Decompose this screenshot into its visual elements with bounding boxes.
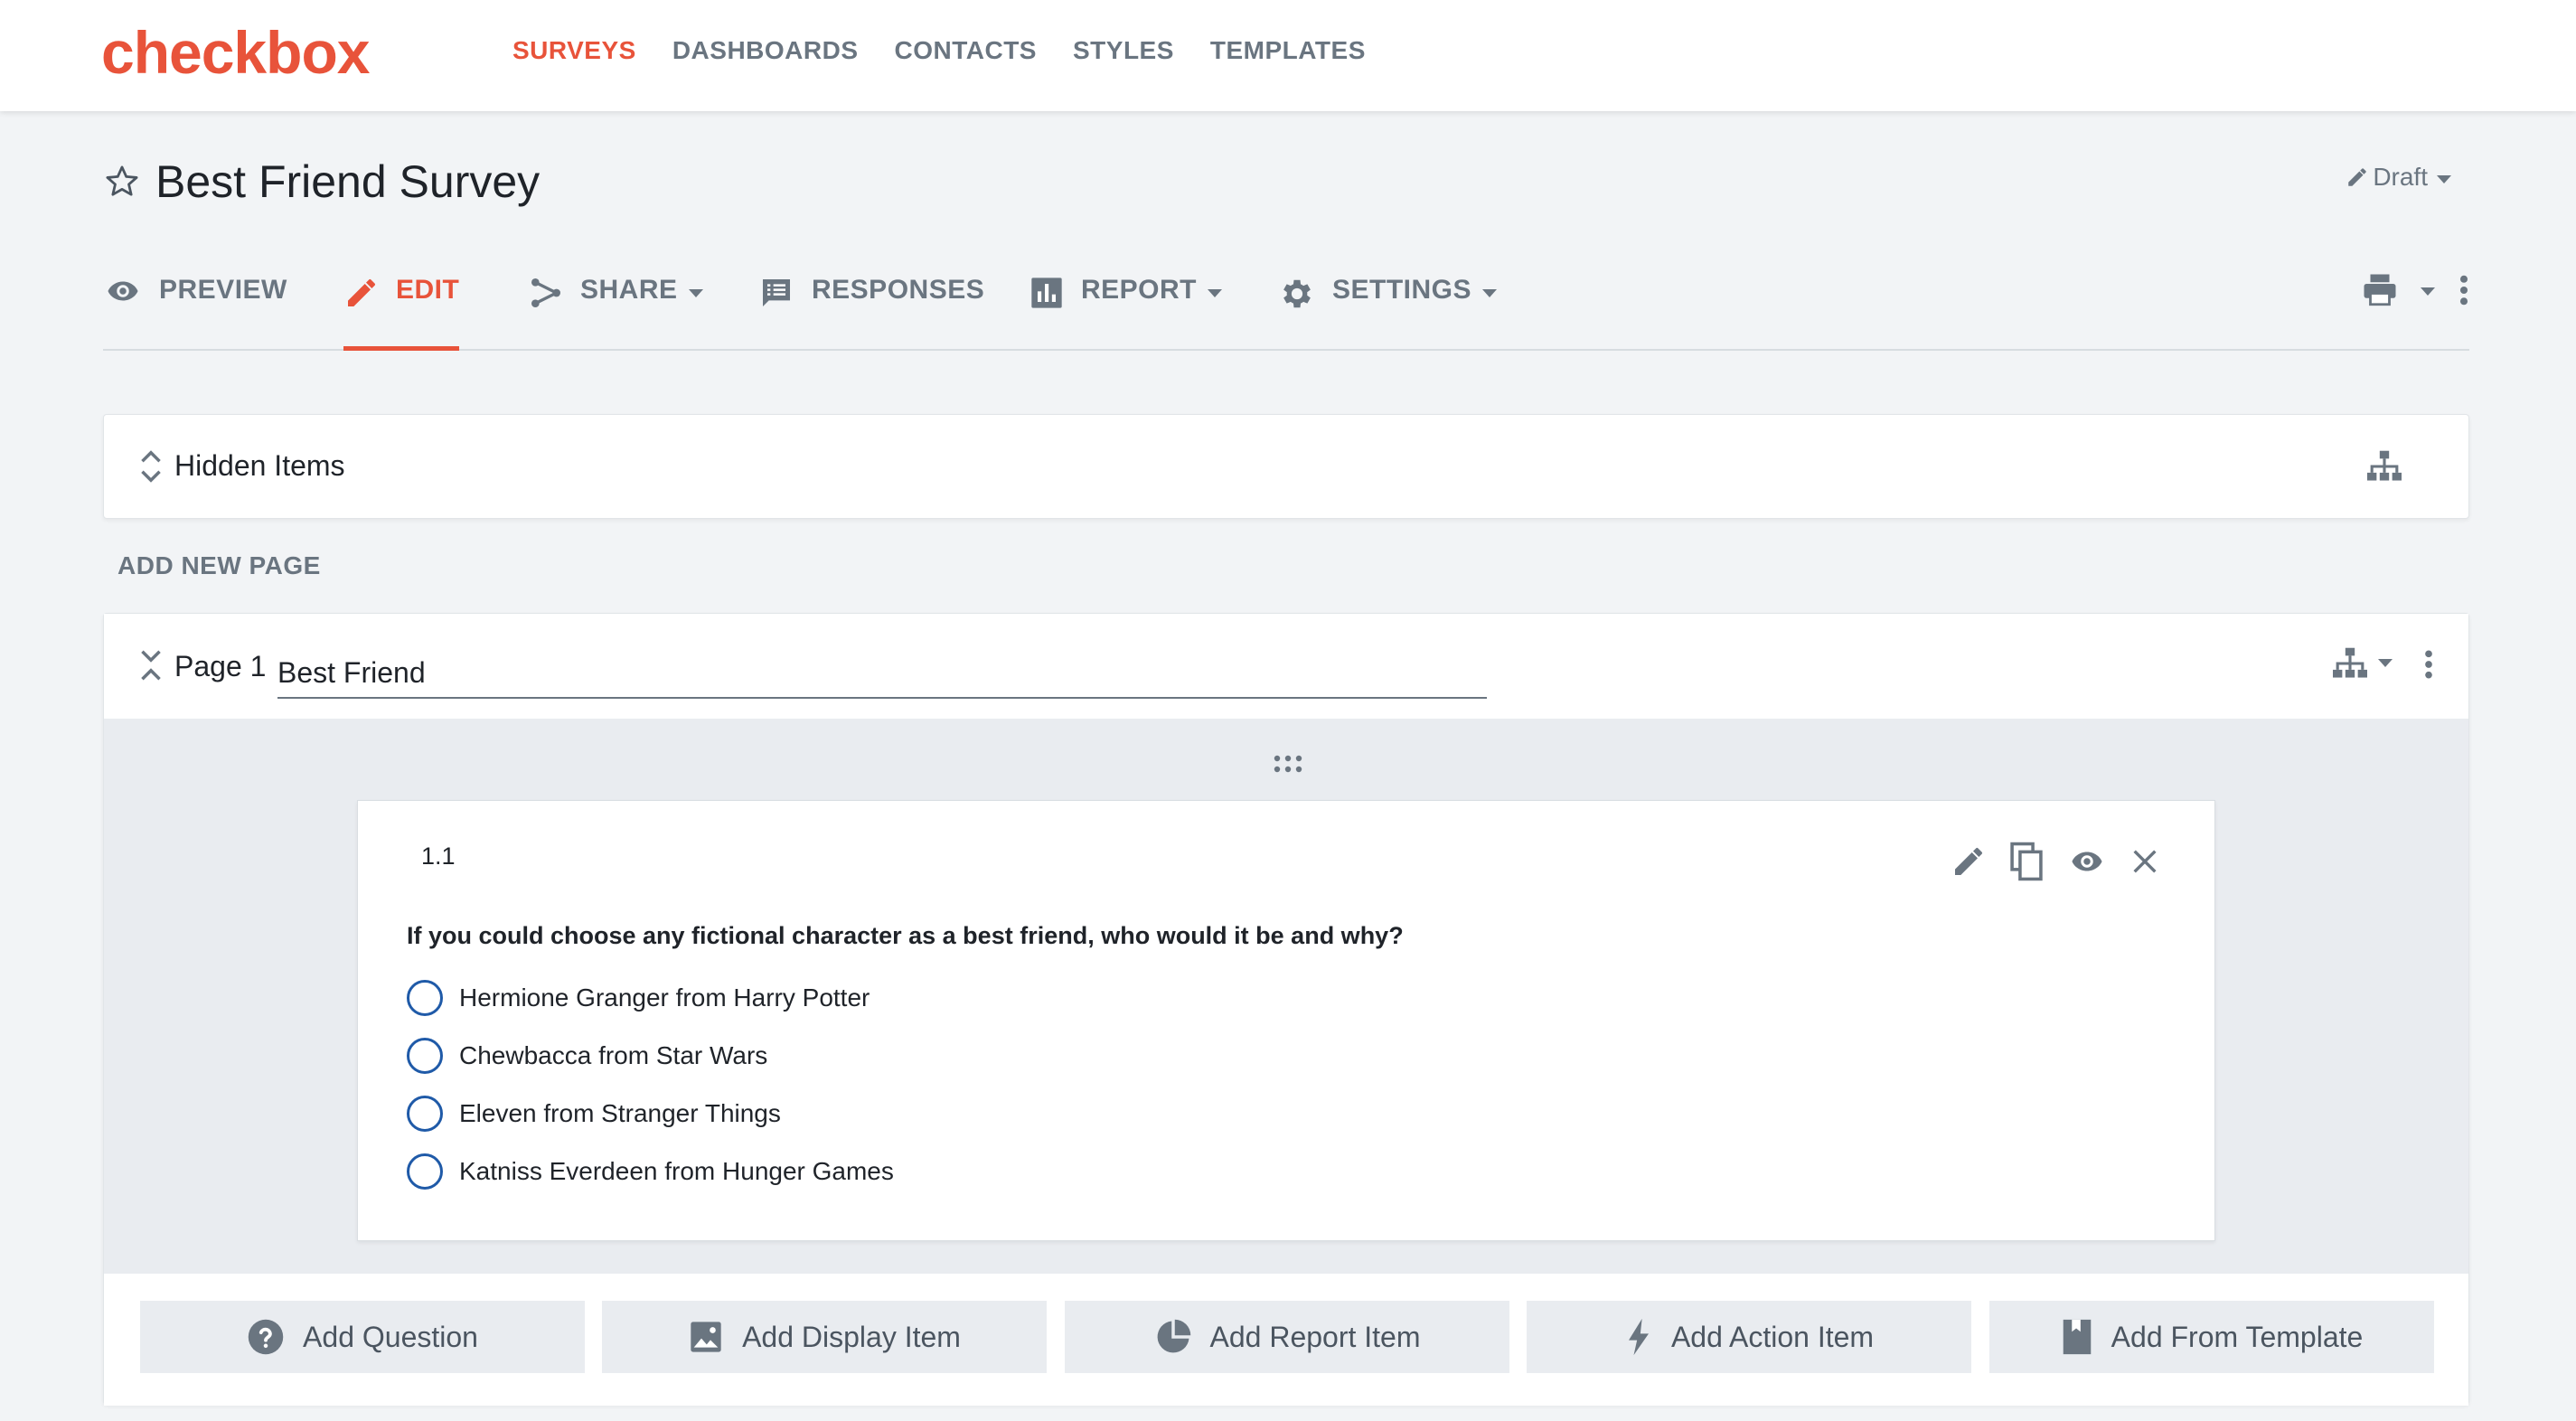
option-label: Katniss Everdeen from Hunger Games [459, 1157, 894, 1185]
question-card[interactable]: 1.1 If you could choose any fictional ch… [357, 800, 2215, 1241]
collapse-toggle-icon[interactable] [138, 646, 164, 684]
checkbox-logo[interactable]: checkbox [101, 18, 370, 87]
pencil-icon [2348, 168, 2367, 186]
option-label: Eleven from Stranger Things [459, 1099, 781, 1127]
pie-icon [1157, 1319, 1190, 1353]
tab-label: EDIT [396, 275, 460, 305]
sitemap-icon [2333, 647, 2367, 678]
chevron-down-icon [688, 289, 703, 297]
button-label: Add Action Item [1670, 1320, 1875, 1353]
tab-report[interactable]: REPORT [1029, 268, 1223, 351]
status-label: Draft [2373, 163, 2428, 191]
print-icon[interactable] [2359, 271, 2401, 309]
add-new-page-link[interactable]: ADD NEW PAGE [118, 551, 321, 580]
nav-templates[interactable]: TEMPLATES [1210, 36, 1366, 65]
tab-responses[interactable]: RESPONSES [757, 268, 984, 351]
nav-contacts[interactable]: CONTACTS [895, 36, 1037, 65]
button-label: Add Display Item [742, 1320, 961, 1353]
hidden-items-panel: Hidden Items [103, 414, 2469, 519]
page-number-label: Page 1 [174, 650, 267, 682]
pencil-icon [348, 279, 375, 306]
option-label: Hermione Granger from Harry Potter [459, 983, 870, 1012]
survey-title-row: Best Friend Survey [103, 155, 540, 208]
radio-option[interactable]: Hermione Granger from Harry Potter [407, 969, 894, 1027]
radio-button[interactable] [407, 1096, 443, 1132]
tab-share[interactable]: SHARE [528, 268, 703, 351]
add-display-item-button[interactable]: Add Display Item [602, 1301, 1047, 1373]
close-icon[interactable] [2129, 846, 2160, 877]
sitemap-icon[interactable] [2365, 449, 2403, 484]
page-body: 1.1 If you could choose any fictional ch… [104, 719, 2468, 1274]
page-toolbar [2331, 646, 2434, 682]
tab-preview[interactable]: PREVIEW [103, 268, 287, 351]
add-action-item-button[interactable]: Add Action Item [1527, 1301, 1971, 1373]
chart-icon [1031, 278, 1062, 308]
tab-label: SETTINGS [1332, 275, 1472, 305]
tab-label: SHARE [580, 275, 678, 305]
button-label: Add From Template [2111, 1320, 2364, 1353]
radio-option[interactable]: Katniss Everdeen from Hunger Games [407, 1143, 894, 1200]
chevron-down-icon [2437, 174, 2451, 184]
copy-icon[interactable] [2008, 841, 2045, 882]
drag-handle-icon[interactable] [1272, 753, 1304, 775]
star-icon[interactable] [103, 163, 141, 201]
radio-option[interactable]: Eleven from Stranger Things [407, 1085, 894, 1143]
gear-icon [1283, 279, 1311, 308]
chevron-down-icon [2378, 659, 2393, 667]
radio-button[interactable] [407, 1038, 443, 1074]
survey-title: Best Friend Survey [155, 156, 541, 207]
question-number: 1.1 [421, 842, 456, 870]
responses-icon [763, 279, 790, 306]
chevron-down-icon [1208, 289, 1223, 297]
page-panel: Page 1 1.1 If you could choose any ficti… [103, 613, 2469, 1406]
expand-toggle-icon[interactable] [138, 447, 164, 485]
tab-label: RESPONSES [812, 275, 985, 305]
add-item-bar: Add Question Add Display Item Add Report… [104, 1274, 2468, 1406]
image-icon [691, 1322, 721, 1352]
page-logic-dropdown[interactable] [2331, 646, 2393, 681]
nav-dashboards[interactable]: DASHBOARDS [672, 36, 859, 65]
add-report-item-button[interactable]: Add Report Item [1065, 1301, 1509, 1373]
nav-surveys[interactable]: SURVEYS [512, 36, 636, 65]
radio-button[interactable] [407, 980, 443, 1016]
option-label: Chewbacca from Star Wars [459, 1041, 768, 1069]
survey-tabs: PREVIEW EDIT SHARE RESPONSES REPORT SETT… [103, 268, 2469, 351]
bolt-icon [1628, 1318, 1649, 1356]
hidden-items-label: Hidden Items [174, 449, 345, 482]
tab-label: REPORT [1081, 275, 1198, 305]
add-from-template-button[interactable]: Add From Template [1989, 1301, 2434, 1373]
status-dropdown[interactable]: Draft [2346, 163, 2451, 192]
top-navbar: checkbox SURVEYS DASHBOARDS CONTACTS STY… [0, 0, 2576, 111]
tab-settings[interactable]: SETTINGS [1278, 268, 1498, 351]
eye-icon[interactable] [2066, 845, 2108, 878]
question-toolbar [1951, 841, 2160, 882]
more-vertical-icon[interactable] [2458, 271, 2469, 309]
chevron-down-icon[interactable] [2421, 287, 2435, 296]
share-icon [531, 278, 560, 307]
main-nav: SURVEYS DASHBOARDS CONTACTS STYLES TEMPL… [512, 36, 1366, 65]
edit-pencil-icon[interactable] [1951, 843, 1987, 880]
button-label: Add Report Item [1209, 1320, 1421, 1353]
tab-edit[interactable]: EDIT [343, 268, 460, 351]
button-label: Add Question [303, 1320, 478, 1353]
template-icon [2063, 1319, 2091, 1355]
page-name-input[interactable] [277, 632, 1487, 699]
add-question-button[interactable]: Add Question [140, 1301, 585, 1373]
radio-button[interactable] [407, 1153, 443, 1190]
question-text: If you could choose any fictional charac… [407, 922, 1404, 949]
eye-icon [108, 281, 138, 301]
question-icon [248, 1319, 284, 1355]
chevron-down-icon [1482, 289, 1498, 297]
more-vertical-icon[interactable] [2423, 646, 2434, 682]
nav-styles[interactable]: STYLES [1073, 36, 1174, 65]
page-header: Page 1 [104, 614, 2468, 719]
answer-options: Hermione Granger from Harry Potter Chewb… [407, 969, 894, 1200]
tab-label: PREVIEW [159, 275, 287, 305]
radio-option[interactable]: Chewbacca from Star Wars [407, 1027, 894, 1085]
tab-toolbar [2359, 268, 2469, 309]
